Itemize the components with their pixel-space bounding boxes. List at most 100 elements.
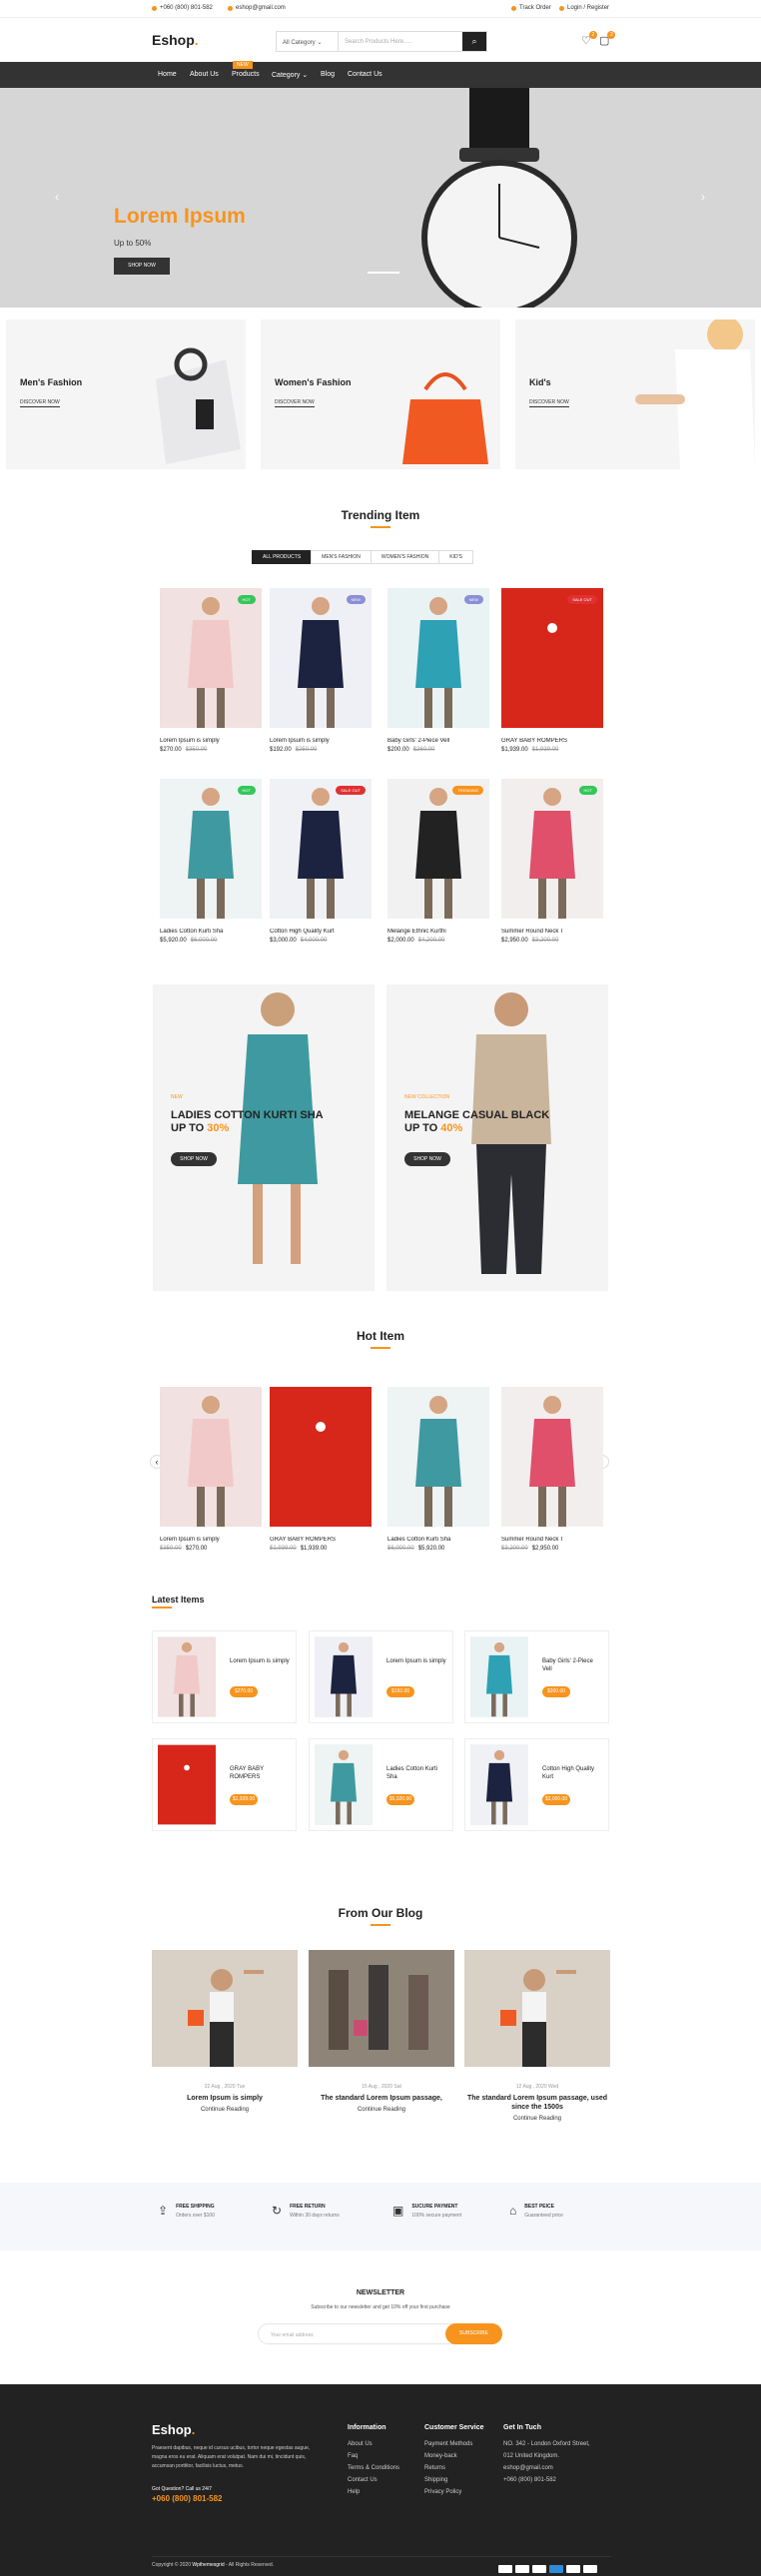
nav-contact[interactable]: Contact Us bbox=[348, 71, 382, 78]
subscribe-button[interactable]: SUBSCRIBE bbox=[445, 2323, 502, 2344]
hero-shop-button[interactable]: SHOP NOW bbox=[114, 258, 170, 275]
footer-link[interactable]: Shipping bbox=[424, 2477, 484, 2483]
latest-item-card[interactable]: Lorem Ipsum is simply $270.00 bbox=[152, 1630, 297, 1723]
latest-item-card[interactable]: Cotton High Quality Kurt $3,000.00 bbox=[464, 1738, 609, 1831]
continue-reading-link[interactable]: Continue Reading bbox=[309, 2107, 454, 2113]
tab-kids[interactable]: KID'S bbox=[438, 550, 473, 564]
product-card[interactable]: NEW Lorem Ipsum is simply $192.00 $250.00 bbox=[270, 588, 372, 753]
tab-all-products[interactable]: ALL PRODUCTS bbox=[252, 550, 313, 564]
track-order-link[interactable]: Track Order bbox=[511, 5, 551, 11]
blog-image[interactable] bbox=[464, 1950, 610, 2067]
product-image-wrap[interactable]: HOT bbox=[160, 779, 262, 919]
product-card[interactable]: SALE OUT Cotton High Quality Kurt $3,000.0… bbox=[270, 779, 372, 944]
product-image-wrap[interactable] bbox=[387, 1387, 489, 1527]
promo-banner-2[interactable]: NEW COLLECTION MELANGE CASUAL BLACK UP TO… bbox=[386, 984, 608, 1291]
hero-next-arrow[interactable]: › bbox=[701, 190, 705, 204]
blog-post-title[interactable]: The standard Lorem Ipsum passage, used s… bbox=[464, 2094, 610, 2112]
footer-link[interactable]: Faq bbox=[348, 2453, 399, 2459]
footer-link[interactable]: Privacy Policy bbox=[424, 2489, 484, 2495]
latest-item-image[interactable] bbox=[315, 1636, 373, 1717]
footer-link[interactable]: Terms & Conditions bbox=[348, 2465, 399, 2471]
blog-card[interactable]: 22 Aug , 2020 Tue Lorem Ipsum is simply Co… bbox=[152, 1950, 298, 2113]
product-card[interactable]: HOT Ladies Cotton Kurti Sha $5,920.00 $6,00… bbox=[160, 779, 262, 944]
latest-item-name[interactable]: Lorem Ipsum is simply bbox=[230, 1657, 290, 1665]
cart-button[interactable]: ▢ 2 bbox=[599, 31, 616, 47]
latest-item-card[interactable]: Baby Girls' 2-Piece Vell $200.00 bbox=[464, 1630, 609, 1723]
latest-item-image[interactable] bbox=[158, 1636, 216, 1717]
discover-now-link[interactable]: DISCOVER NOW bbox=[529, 399, 569, 407]
product-image-wrap[interactable] bbox=[501, 1387, 603, 1527]
tab-womens-fashion[interactable]: WOMEN'S FASHION bbox=[370, 550, 440, 564]
latest-item-image[interactable] bbox=[470, 1636, 528, 1717]
footer-link[interactable]: Money-back bbox=[424, 2453, 484, 2459]
latest-item-card[interactable]: Lorem Ipsum is simply $192.00 bbox=[309, 1630, 453, 1723]
product-image-wrap[interactable]: TRENDING bbox=[387, 779, 489, 919]
hero-prev-arrow[interactable]: ‹ bbox=[55, 190, 59, 204]
nav-home[interactable]: Home bbox=[158, 71, 177, 78]
product-name[interactable]: Ladies Cotton Kurti Sha bbox=[387, 1537, 489, 1543]
search-button[interactable]: ⌕ bbox=[462, 32, 486, 51]
continue-reading-link[interactable]: Continue Reading bbox=[464, 2116, 610, 2122]
latest-item-card[interactable]: Ladies Cotton Kurti Sha $5,920.00 bbox=[309, 1738, 453, 1831]
blog-post-title[interactable]: The standard Lorem Ipsum passage, bbox=[309, 2094, 454, 2103]
product-name[interactable]: Baby Girls' 2-Piece Vell bbox=[387, 738, 489, 744]
product-image-wrap[interactable] bbox=[270, 1387, 372, 1527]
wishlist-button[interactable]: ♡ 2 bbox=[581, 31, 597, 47]
footer-phone[interactable]: +060 (800) 801-582 bbox=[152, 2494, 223, 2503]
product-image-wrap[interactable] bbox=[160, 1387, 262, 1527]
hero-pagination[interactable] bbox=[368, 272, 399, 274]
latest-item-name[interactable]: Cotton High Quality Kurt bbox=[542, 1765, 602, 1781]
product-name[interactable]: Melange Ethnic Kurthi bbox=[387, 929, 489, 935]
hot-product-card[interactable]: Summer Round Neck T $3,200.00 $2,950.00 bbox=[501, 1387, 603, 1552]
banner-shop-now-button[interactable]: SHOP NOW bbox=[171, 1152, 217, 1166]
product-name[interactable]: Summer Round Neck T bbox=[501, 929, 603, 935]
latest-item-card[interactable]: GRAY BABY ROMPERS $1,939.00 bbox=[152, 1738, 297, 1831]
category-card-women[interactable]: Women's Fashion DISCOVER NOW bbox=[261, 320, 500, 469]
product-name[interactable]: Cotton High Quality Kurt bbox=[270, 929, 372, 935]
product-image-wrap[interactable]: NEW bbox=[270, 588, 372, 728]
product-name[interactable]: Lorem Ipsum is simply bbox=[160, 1537, 262, 1543]
nav-category[interactable]: Category ⌄ bbox=[272, 71, 308, 79]
hot-product-card[interactable]: Lorem Ipsum is simply $350.00 $270.00 bbox=[160, 1387, 262, 1552]
product-name[interactable]: GRAY BABY ROMPERS bbox=[501, 738, 603, 744]
nav-about[interactable]: About Us bbox=[190, 71, 219, 78]
footer-link[interactable]: About Us bbox=[348, 2441, 399, 2447]
latest-item-image[interactable] bbox=[315, 1744, 373, 1825]
footer-email[interactable]: eshop@gmail.com bbox=[503, 2465, 590, 2471]
latest-item-image[interactable] bbox=[158, 1744, 216, 1825]
footer-phone[interactable]: +060 (800) 801-582 bbox=[503, 2477, 590, 2483]
search-input[interactable]: Search Products Here..... bbox=[339, 32, 462, 51]
latest-item-name[interactable]: Ladies Cotton Kurti Sha bbox=[386, 1765, 446, 1781]
promo-banner-1[interactable]: NEW LADIES COTTON KURTI SHA UP TO 30% SHO… bbox=[153, 984, 375, 1291]
product-card[interactable]: TRENDING Melange Ethnic Kurthi $2,000.00 $4… bbox=[387, 779, 489, 944]
logo[interactable]: Eshop. bbox=[152, 32, 199, 48]
product-name[interactable]: Lorem Ipsum is simply bbox=[270, 738, 372, 744]
product-image-wrap[interactable]: SALE OUT bbox=[501, 588, 603, 728]
footer-link[interactable]: Returns bbox=[424, 2465, 484, 2471]
hot-product-card[interactable]: GRAY BABY ROMPERS $1,939.00 $1,939.00 bbox=[270, 1387, 372, 1552]
latest-item-name[interactable]: Baby Girls' 2-Piece Vell bbox=[542, 1657, 602, 1673]
category-select[interactable]: All Category ⌄ bbox=[277, 32, 339, 51]
tab-mens-fashion[interactable]: MEN'S FASHION bbox=[311, 550, 372, 564]
blog-image[interactable] bbox=[309, 1950, 454, 2067]
continue-reading-link[interactable]: Continue Reading bbox=[152, 2107, 298, 2113]
category-card-kids[interactable]: Kid's DISCOVER NOW bbox=[515, 320, 755, 469]
latest-item-name[interactable]: GRAY BABY ROMPERS bbox=[230, 1765, 290, 1781]
nav-blog[interactable]: Blog bbox=[321, 71, 335, 78]
discover-now-link[interactable]: DISCOVER NOW bbox=[275, 399, 315, 407]
footer-logo[interactable]: Eshop. bbox=[152, 2422, 195, 2437]
product-name[interactable]: GRAY BABY ROMPERS bbox=[270, 1537, 372, 1543]
login-link[interactable]: Login / Register bbox=[559, 5, 609, 11]
product-card[interactable]: SALE OUT GRAY BABY ROMPERS $1,939.00 $1,939… bbox=[501, 588, 603, 753]
latest-item-name[interactable]: Lorem Ipsum is simply bbox=[386, 1657, 446, 1665]
copyright-brand-link[interactable]: Wpthemesgrid bbox=[192, 2562, 224, 2568]
product-image-wrap[interactable]: SALE OUT bbox=[270, 779, 372, 919]
footer-link[interactable]: Contact Us bbox=[348, 2477, 399, 2483]
product-name[interactable]: Lorem Ipsum is simply bbox=[160, 738, 262, 744]
discover-now-link[interactable]: DISCOVER NOW bbox=[20, 399, 60, 407]
blog-card[interactable]: 12 Aug , 2020 Wed The standard Lorem Ipsu… bbox=[464, 1950, 610, 2122]
product-card[interactable]: HOT Summer Round Neck T $2,950.00 $3,200.00 bbox=[501, 779, 603, 944]
category-card-men[interactable]: Men's Fashion DISCOVER NOW bbox=[6, 320, 246, 469]
blog-card[interactable]: 15 Aug , 2020 Sat The standard Lorem Ipsu… bbox=[309, 1950, 454, 2113]
product-name[interactable]: Summer Round Neck T bbox=[501, 1537, 603, 1543]
